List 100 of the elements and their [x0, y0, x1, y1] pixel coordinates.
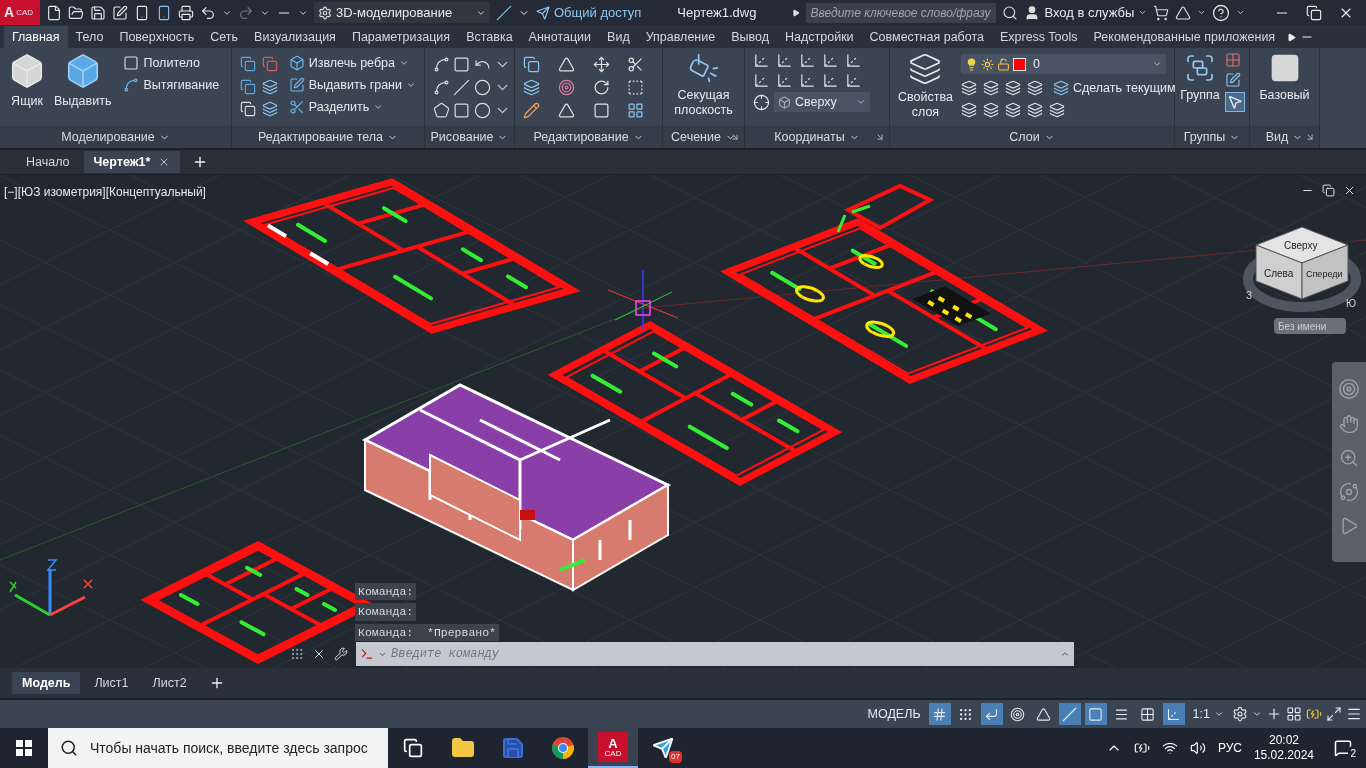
rotate-icon[interactable]: [592, 79, 610, 96]
search-icon[interactable]: [1002, 4, 1019, 21]
clock-date[interactable]: 15.02.2024: [1253, 748, 1314, 763]
input-language[interactable]: РУС: [1217, 739, 1242, 757]
save-as-icon[interactable]: [112, 4, 128, 21]
ribbon-button[interactable]: Выдавить: [54, 48, 112, 109]
ellipse-icon[interactable]: [473, 102, 491, 119]
osnap-toggle[interactable]: [1084, 703, 1107, 725]
layer-lock-icon[interactable]: [1026, 80, 1043, 96]
layer-unlock-icon[interactable]: [1026, 102, 1043, 118]
caret-icon[interactable]: [399, 58, 409, 68]
expand-icon[interactable]: [792, 8, 801, 17]
ribbon-button[interactable]: Политело: [119, 52, 224, 74]
ribbon-tab[interactable]: Вид: [599, 26, 638, 48]
grip-icon[interactable]: [290, 647, 304, 661]
panel-title[interactable]: Слои: [1009, 127, 1040, 147]
ribbon-button[interactable]: Секущая плоскость: [667, 48, 740, 118]
ortho-toggle[interactable]: [980, 703, 1003, 725]
plus-icon[interactable]: [1266, 706, 1282, 722]
ribbon-tab[interactable]: Рекомендованные приложения: [1085, 26, 1284, 48]
ucs-x-icon[interactable]: [799, 52, 816, 69]
windows-start-icon[interactable]: [16, 740, 32, 756]
ribbon-tab[interactable]: Визуализация: [246, 26, 344, 48]
line-icon[interactable]: [453, 79, 471, 96]
web-mobile-icon[interactable]: [134, 4, 150, 21]
link-icon[interactable]: [496, 4, 512, 21]
triangle-logo-icon[interactable]: [1175, 4, 1192, 21]
ribbon-tab[interactable]: Надстройки: [777, 26, 862, 48]
ribbon-button[interactable]: Группа: [1179, 48, 1221, 112]
notification-button[interactable]: 2: [1326, 733, 1360, 763]
ribbon-tab[interactable]: Параметризация: [343, 26, 459, 48]
ribbon-tab[interactable]: Главная: [4, 26, 68, 48]
model-space-button[interactable]: МОДЕЛЬ: [863, 704, 925, 724]
ribbon-button[interactable]: Ящик: [8, 48, 46, 109]
workspace-dropdown[interactable]: 3D-моделирование: [314, 2, 490, 23]
group-select-toggle[interactable]: [1225, 92, 1245, 112]
grid-array-icon[interactable]: [627, 102, 645, 119]
open-folder-icon[interactable]: [68, 4, 84, 21]
taskbar-app[interactable]: 07: [638, 728, 688, 768]
file-tab[interactable]: Чертеж1*: [83, 151, 181, 173]
ribbon-tab[interactable]: Вставка: [458, 26, 521, 48]
launcher-icon[interactable]: [1305, 132, 1315, 142]
rectangle-icon[interactable]: [453, 102, 471, 119]
ribbon-tab[interactable]: Вывод: [723, 26, 777, 48]
ucs-named-icon[interactable]: [822, 52, 839, 69]
circle-icon[interactable]: [473, 79, 491, 96]
layer-match-icon[interactable]: [982, 80, 999, 96]
search-field[interactable]: Введите ключевое слово/фразу: [806, 2, 997, 23]
sign-in-button[interactable]: Вход в службы: [1024, 2, 1148, 23]
ribbon-button[interactable]: Извлечь ребра: [284, 52, 399, 74]
share-button[interactable]: Общий доступ: [536, 2, 642, 23]
save-icon[interactable]: [90, 4, 106, 21]
launcher-icon[interactable]: [875, 132, 885, 142]
ribbon-tab[interactable]: Поверхность: [111, 26, 203, 48]
ribbon-tab[interactable]: Сеть: [202, 26, 247, 48]
ucs-icon[interactable]: [753, 52, 770, 69]
layer-previous-icon[interactable]: [982, 102, 999, 118]
layout-tab[interactable]: Модель: [12, 672, 81, 694]
redo-icon[interactable]: [238, 4, 254, 21]
battery-icon[interactable]: [1133, 740, 1150, 756]
layer-on-icon[interactable]: [960, 102, 977, 118]
layer-walk-icon[interactable]: [1048, 102, 1065, 118]
spline-icon[interactable]: [433, 79, 450, 96]
caret-icon[interactable]: [373, 102, 384, 112]
ribbon-button[interactable]: Базовый: [1254, 48, 1315, 103]
ucs-view-icon[interactable]: [753, 72, 770, 89]
ribbon-button[interactable]: Сделать текущим: [1048, 77, 1180, 99]
ucs-3point-icon[interactable]: [845, 72, 862, 89]
cart-icon[interactable]: [1153, 4, 1170, 21]
layout-tab[interactable]: Лист2: [142, 672, 197, 694]
wifi-icon[interactable]: [1161, 740, 1178, 756]
move-icon[interactable]: [592, 56, 610, 73]
ucs-object-icon[interactable]: [776, 52, 793, 69]
command-line-bar[interactable]: Введите команду: [356, 642, 1074, 666]
polyline-icon[interactable]: [433, 56, 450, 73]
ribbon-tab[interactable]: Express Tools: [991, 26, 1086, 48]
caret-icon[interactable]: [1197, 8, 1207, 17]
close-icon[interactable]: [1343, 184, 1356, 197]
scale-icon[interactable]: [627, 79, 645, 96]
caret-icon[interactable]: [1252, 709, 1262, 719]
layer-thaw-icon[interactable]: [1004, 102, 1021, 118]
caret-icon[interactable]: [1236, 8, 1246, 17]
scale-dropdown[interactable]: 1:1: [1188, 704, 1228, 724]
close-icon[interactable]: [312, 647, 326, 661]
taskbar-search-field[interactable]: Чтобы начать поиск, введите здесь запрос: [90, 737, 376, 759]
launcher-icon[interactable]: [730, 132, 740, 142]
pentagon-icon[interactable]: [433, 102, 450, 119]
ucs-previous-icon[interactable]: [776, 72, 793, 89]
ribbon-tab[interactable]: Управление: [637, 26, 724, 48]
taskbar-search-bar[interactable]: Чтобы начать поиск, введите здесь запрос: [48, 728, 388, 768]
group-edit-icon[interactable]: [1225, 72, 1241, 88]
ucs-world-icon[interactable]: [845, 52, 862, 69]
ribbon-button[interactable]: Выдавить грани: [284, 74, 406, 96]
ribbon-button[interactable]: Вытягивание: [119, 74, 224, 96]
wrench-icon[interactable]: [334, 647, 348, 661]
restore-icon[interactable]: [1322, 184, 1335, 197]
caret-icon[interactable]: [406, 80, 416, 90]
layout-tab[interactable]: Лист1: [84, 672, 139, 694]
command-input-field[interactable]: Введите команду: [391, 645, 1056, 663]
ribbon-tab[interactable]: Совместная работа: [861, 26, 992, 48]
